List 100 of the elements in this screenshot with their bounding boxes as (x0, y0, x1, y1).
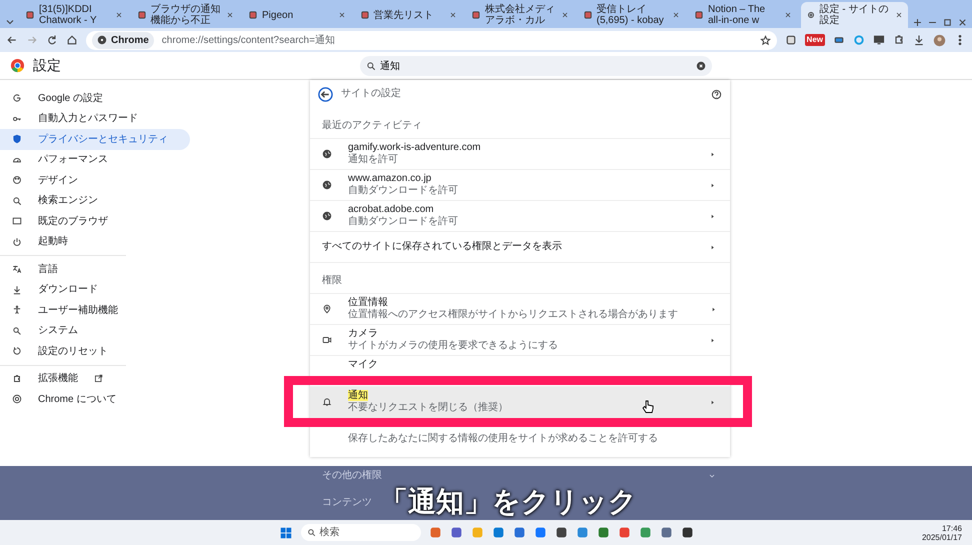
search-match-highlight: 通知 (348, 390, 368, 401)
sidebar-item[interactable]: プライバシーとセキュリティ (0, 129, 190, 150)
clock[interactable]: 17:46 2025/01/17 (922, 524, 962, 542)
sidebar-item[interactable]: 検索エンジン (0, 190, 190, 211)
back-arrow-icon[interactable] (6, 34, 18, 46)
search-icon (12, 196, 22, 206)
search-field[interactable]: 通知 (360, 56, 712, 76)
sidebar-item[interactable]: 設定のリセット (0, 341, 190, 362)
permission-row[interactable]: 通知 不要なリクエストを閉じる（推奨） (310, 386, 730, 417)
favicon-icon (248, 10, 258, 20)
site-row[interactable]: www.amazon.co.jp 自動ダウンロードを許可 (310, 169, 730, 200)
app-icon[interactable] (450, 526, 462, 539)
palette-icon (12, 175, 22, 186)
browser-window-icon (12, 216, 22, 226)
video-camera-icon (322, 335, 332, 345)
chevron-right-icon (709, 150, 716, 158)
sidebar-item[interactable]: 言語 (0, 259, 190, 280)
panel-title: サイトの設定 (341, 88, 401, 100)
browser-tab[interactable]: 営業先リスト (354, 2, 462, 28)
section-heading: コンテンツ (322, 496, 372, 510)
all-sites-row[interactable]: すべてのサイトに保存されている権限とデータを表示 (310, 231, 730, 262)
sidebar-item[interactable]: Google の設定 (0, 88, 190, 108)
sidebar-item[interactable]: パフォーマンス (0, 150, 190, 170)
search-icon (306, 528, 316, 537)
location-pin-icon (322, 304, 332, 314)
more-permissions-row[interactable]: その他の権限 (310, 466, 730, 485)
browser-tab[interactable]: 株式会社メディアラボ・カル (466, 2, 574, 28)
sidebar-item[interactable]: デザイン (0, 170, 190, 190)
permission-row[interactable]: 保存したあなたに関する情報の使用をサイトが求めることを許可する (310, 417, 730, 457)
chrome-icon (12, 394, 22, 404)
reset-icon (12, 346, 22, 356)
favicon-icon (136, 10, 146, 20)
shield-icon (12, 134, 22, 144)
chevron-right-icon (709, 398, 716, 406)
chevron-right-icon (709, 336, 716, 344)
sidebar-item[interactable]: 自動入力とパスワード (0, 108, 190, 129)
site-row[interactable]: gamify.work-is-adventure.com 通知を許可 (310, 138, 730, 169)
download-icon[interactable] (913, 34, 925, 46)
monitor-icon[interactable] (873, 34, 885, 46)
help-icon[interactable] (711, 88, 722, 100)
puzzle-icon[interactable] (893, 34, 905, 46)
browser-tab[interactable]: Notion – The all-in-one w (689, 2, 796, 28)
sidebar-item[interactable]: システム (0, 320, 190, 341)
search-icon (366, 60, 376, 70)
chevron-right-icon (709, 244, 716, 250)
browser-tab[interactable]: 設定 - サイトの設定 (800, 2, 908, 28)
windows-start-icon[interactable] (278, 526, 292, 540)
sidebar-item[interactable]: ダウンロード (0, 280, 190, 300)
home-icon[interactable] (66, 34, 78, 46)
permission-row[interactable]: 位置情報 位置情報へのアクセス権限がサイトからリクエストされる場合があります (310, 293, 730, 324)
sidebar-item[interactable]: 拡張機能 (0, 368, 190, 389)
sidebar-item[interactable]: 起動時 (0, 232, 190, 252)
section-heading: 権限 (310, 262, 730, 293)
translate-icon (12, 264, 22, 274)
google-g-icon (12, 93, 22, 104)
favicon-icon (471, 10, 481, 20)
sidebar-item[interactable]: ユーザー補助機能 (0, 300, 190, 320)
app-icon[interactable] (554, 526, 568, 539)
sidebar-item[interactable]: 既定のブラウザ (0, 211, 190, 232)
new-badge[interactable]: New (804, 34, 825, 46)
favicon-icon (582, 10, 592, 20)
close-icon[interactable] (114, 11, 122, 19)
close-icon[interactable] (672, 11, 680, 19)
clear-icon[interactable] (696, 60, 706, 70)
taskbar-search-field[interactable]: 検索 (300, 524, 420, 541)
avatar-icon[interactable] (933, 34, 946, 46)
site-row[interactable]: acrobat.adobe.com 自動ダウンロードを許可 (310, 200, 730, 231)
power-icon (12, 236, 22, 247)
close-icon[interactable] (338, 11, 346, 19)
puzzle-icon (12, 374, 22, 384)
close-icon[interactable] (560, 11, 568, 19)
extension-icon[interactable] (833, 34, 845, 46)
reload-icon[interactable] (46, 34, 58, 46)
close-icon[interactable] (784, 11, 792, 19)
site-chip[interactable]: Chrome (92, 32, 154, 48)
favicon-icon (360, 10, 370, 20)
bell-icon (322, 397, 332, 407)
caption-text: 「通知」をクリック (380, 486, 637, 518)
maximize-icon[interactable] (942, 17, 953, 28)
favicon-icon (25, 10, 35, 20)
page-title: 設定 (33, 56, 61, 75)
chevron-down-icon (708, 472, 716, 480)
browser-tab[interactable]: ブラウザの通知機能から不正 (132, 2, 239, 28)
browser-tab[interactable]: Pigeon (243, 2, 350, 28)
plus-icon[interactable] (912, 17, 923, 28)
permission-row[interactable]: カメラ サイトがカメラの使用を要求できるようにする (310, 324, 730, 355)
app-icon[interactable] (680, 526, 694, 539)
close-icon[interactable] (449, 11, 457, 19)
star-icon[interactable] (760, 34, 771, 46)
close-icon[interactable] (895, 11, 903, 19)
close-icon[interactable] (957, 17, 968, 28)
extension-icon[interactable] (784, 34, 797, 46)
address-bar[interactable]: Chrome chrome://settings/content?search=通知 (86, 30, 777, 50)
browser-tab[interactable]: 受信トレイ (5,695) - kobay (578, 2, 685, 28)
pointer-cursor-icon (640, 399, 656, 415)
browser-tab[interactable]: [31(5)]KDDI Chatwork - Y (20, 2, 128, 28)
close-icon[interactable] (226, 11, 234, 19)
sidebar-item[interactable]: Chrome について (0, 389, 190, 410)
chevron-right-icon (709, 182, 716, 188)
download-icon (12, 284, 22, 295)
